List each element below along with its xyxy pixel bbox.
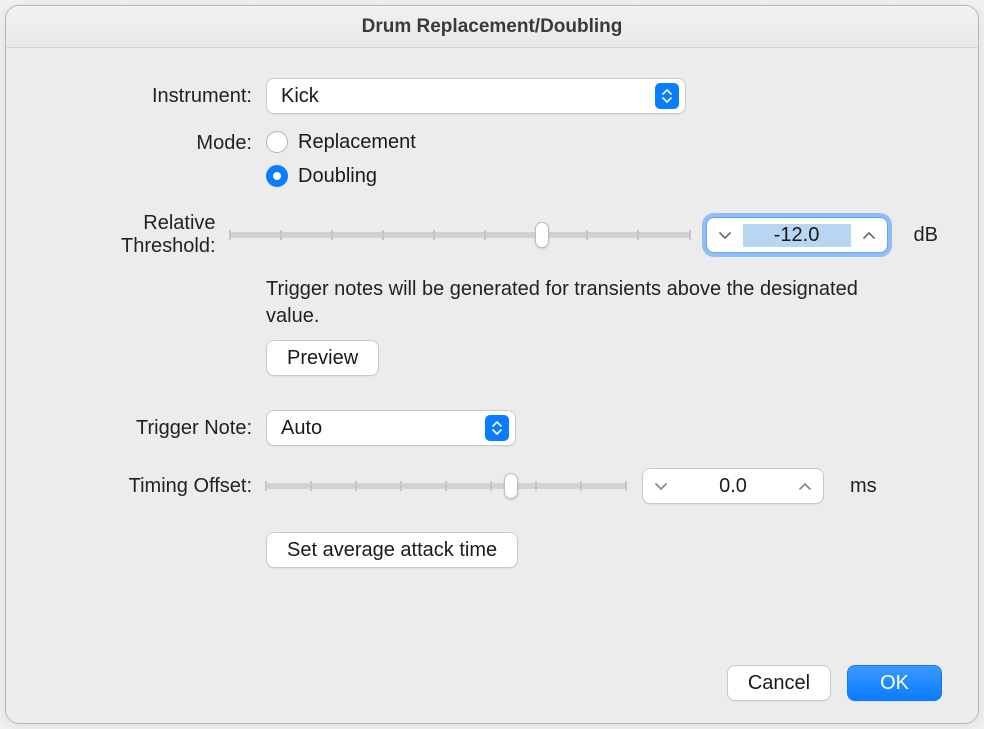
- radio-icon: [266, 165, 288, 187]
- timing-offset-slider[interactable]: [266, 472, 626, 500]
- slider-thumb[interactable]: [535, 222, 549, 248]
- threshold-unit: dB: [914, 224, 938, 247]
- instrument-select[interactable]: Kick: [266, 78, 686, 114]
- slider-ticks: [230, 228, 690, 242]
- timing-offset-value[interactable]: 0.0: [679, 475, 787, 498]
- window-title: Drum Replacement/Doubling: [362, 16, 623, 38]
- dialog-window: Drum Replacement/Doubling Instrument: Ki…: [5, 5, 979, 724]
- ok-label: OK: [880, 672, 909, 695]
- threshold-help-text: Trigger notes will be generated for tran…: [266, 276, 906, 330]
- threshold-help-row: Trigger notes will be generated for tran…: [46, 276, 938, 330]
- instrument-label: Instrument:: [46, 85, 266, 108]
- slider-thumb[interactable]: [504, 473, 518, 499]
- instrument-row: Instrument: Kick: [46, 78, 938, 114]
- avg-attack-label: Set average attack time: [287, 539, 497, 562]
- cancel-button[interactable]: Cancel: [727, 665, 831, 701]
- chevron-up-icon[interactable]: [851, 218, 887, 252]
- mode-option-label: Doubling: [298, 165, 377, 188]
- mode-label: Mode:: [46, 128, 266, 155]
- dialog-footer: Cancel OK: [727, 665, 942, 701]
- trigger-note-value: Auto: [281, 417, 322, 440]
- window-titlebar: Drum Replacement/Doubling: [6, 6, 978, 48]
- trigger-note-label: Trigger Note:: [46, 417, 266, 440]
- mode-row: Mode: Replacement Doubling: [46, 128, 938, 190]
- dialog-content: Instrument: Kick Mode: Replacement: [6, 48, 978, 723]
- mode-option-label: Replacement: [298, 131, 416, 154]
- chevron-down-icon[interactable]: [643, 469, 679, 503]
- threshold-value[interactable]: -12.0: [743, 224, 851, 247]
- updown-icon: [655, 83, 679, 109]
- cancel-label: Cancel: [748, 672, 810, 695]
- ok-button[interactable]: OK: [847, 665, 942, 701]
- threshold-slider[interactable]: [230, 221, 690, 249]
- avg-attack-row: Set average attack time: [46, 532, 938, 568]
- preview-row: Preview: [46, 340, 938, 376]
- mode-radio-doubling[interactable]: Doubling: [266, 162, 377, 190]
- preview-button[interactable]: Preview: [266, 340, 379, 376]
- timing-offset-stepper[interactable]: 0.0: [642, 468, 824, 504]
- timing-offset-unit: ms: [850, 475, 877, 498]
- threshold-stepper[interactable]: -12.0: [706, 217, 888, 253]
- timing-offset-row: Timing Offset:: [46, 468, 938, 504]
- instrument-value: Kick: [281, 85, 319, 108]
- chevron-down-icon[interactable]: [707, 218, 743, 252]
- radio-icon: [266, 131, 288, 153]
- chevron-up-icon[interactable]: [787, 469, 823, 503]
- set-average-attack-button[interactable]: Set average attack time: [266, 532, 518, 568]
- trigger-note-select[interactable]: Auto: [266, 410, 516, 446]
- slider-ticks: [266, 479, 626, 493]
- mode-radio-replacement[interactable]: Replacement: [266, 128, 416, 156]
- preview-label: Preview: [287, 347, 358, 370]
- threshold-row: Relative Threshold:: [46, 212, 938, 258]
- trigger-note-row: Trigger Note: Auto: [46, 410, 938, 446]
- updown-icon: [485, 415, 509, 441]
- threshold-label: Relative Threshold:: [46, 212, 230, 258]
- timing-offset-label: Timing Offset:: [46, 475, 266, 498]
